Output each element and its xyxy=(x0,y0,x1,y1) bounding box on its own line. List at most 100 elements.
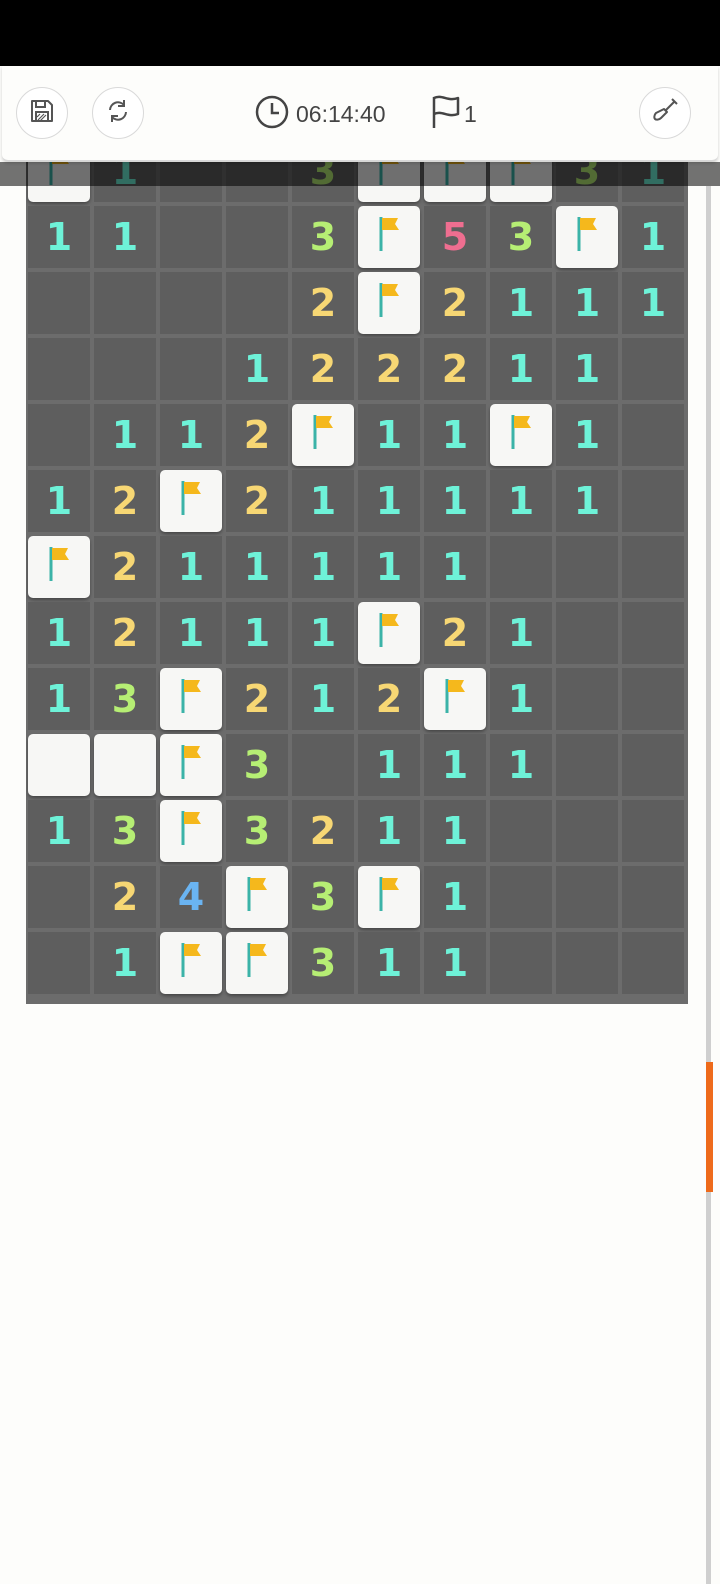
number-cell[interactable]: 1 xyxy=(226,338,288,400)
number-cell[interactable]: 1 xyxy=(94,932,156,994)
number-cell[interactable]: 1 xyxy=(292,470,354,532)
number-cell[interactable]: 2 xyxy=(94,470,156,532)
empty-cell[interactable] xyxy=(622,536,684,598)
number-cell[interactable]: 3 xyxy=(490,206,552,268)
empty-cell[interactable] xyxy=(556,536,618,598)
flagged-cell[interactable] xyxy=(292,404,354,466)
number-cell[interactable]: 1 xyxy=(556,272,618,334)
number-cell[interactable]: 1 xyxy=(424,470,486,532)
number-cell[interactable]: 3 xyxy=(292,866,354,928)
scrollbar-thumb[interactable] xyxy=(706,1062,713,1192)
flagged-cell[interactable] xyxy=(160,668,222,730)
empty-cell[interactable] xyxy=(292,734,354,796)
scrollbar-track[interactable] xyxy=(706,186,711,1584)
number-cell[interactable]: 2 xyxy=(358,668,420,730)
dig-mode-button[interactable] xyxy=(639,87,691,139)
number-cell[interactable]: 1 xyxy=(490,668,552,730)
flagged-cell[interactable] xyxy=(160,470,222,532)
number-cell[interactable]: 1 xyxy=(490,602,552,664)
number-cell[interactable]: 3 xyxy=(94,800,156,862)
number-cell[interactable]: 1 xyxy=(28,668,90,730)
number-cell[interactable]: 1 xyxy=(490,470,552,532)
flagged-cell[interactable] xyxy=(226,932,288,994)
number-cell[interactable]: 1 xyxy=(556,404,618,466)
number-cell[interactable]: 2 xyxy=(226,668,288,730)
number-cell[interactable]: 1 xyxy=(292,602,354,664)
empty-cell[interactable] xyxy=(622,734,684,796)
number-cell[interactable]: 1 xyxy=(160,602,222,664)
empty-cell[interactable] xyxy=(490,536,552,598)
empty-cell[interactable] xyxy=(28,932,90,994)
flagged-cell[interactable] xyxy=(358,602,420,664)
number-cell[interactable]: 2 xyxy=(358,338,420,400)
empty-cell[interactable] xyxy=(160,272,222,334)
flagged-cell[interactable] xyxy=(358,866,420,928)
number-cell[interactable]: 4 xyxy=(160,866,222,928)
number-cell[interactable]: 1 xyxy=(358,404,420,466)
number-cell[interactable]: 1 xyxy=(358,800,420,862)
number-cell[interactable]: 1 xyxy=(490,338,552,400)
flagged-cell[interactable] xyxy=(556,206,618,268)
number-cell[interactable]: 1 xyxy=(358,536,420,598)
empty-cell[interactable] xyxy=(622,602,684,664)
hidden-cell[interactable] xyxy=(94,734,156,796)
number-cell[interactable]: 2 xyxy=(424,338,486,400)
number-cell[interactable]: 2 xyxy=(424,602,486,664)
number-cell[interactable]: 2 xyxy=(94,866,156,928)
number-cell[interactable]: 3 xyxy=(94,668,156,730)
empty-cell[interactable] xyxy=(556,800,618,862)
number-cell[interactable]: 2 xyxy=(424,272,486,334)
number-cell[interactable]: 2 xyxy=(292,272,354,334)
number-cell[interactable]: 2 xyxy=(226,470,288,532)
number-cell[interactable]: 1 xyxy=(490,734,552,796)
empty-cell[interactable] xyxy=(622,470,684,532)
empty-cell[interactable] xyxy=(622,668,684,730)
empty-cell[interactable] xyxy=(556,602,618,664)
empty-cell[interactable] xyxy=(556,866,618,928)
number-cell[interactable]: 2 xyxy=(292,338,354,400)
number-cell[interactable]: 2 xyxy=(292,800,354,862)
number-cell[interactable]: 1 xyxy=(556,338,618,400)
number-cell[interactable]: 2 xyxy=(226,404,288,466)
number-cell[interactable]: 1 xyxy=(226,602,288,664)
empty-cell[interactable] xyxy=(160,206,222,268)
number-cell[interactable]: 2 xyxy=(94,602,156,664)
flagged-cell[interactable] xyxy=(358,272,420,334)
empty-cell[interactable] xyxy=(28,404,90,466)
empty-cell[interactable] xyxy=(226,272,288,334)
number-cell[interactable]: 1 xyxy=(622,206,684,268)
number-cell[interactable]: 1 xyxy=(160,536,222,598)
number-cell[interactable]: 1 xyxy=(28,470,90,532)
empty-cell[interactable] xyxy=(28,272,90,334)
number-cell[interactable]: 1 xyxy=(226,536,288,598)
save-button[interactable] xyxy=(16,87,68,139)
number-cell[interactable]: 3 xyxy=(292,206,354,268)
number-cell[interactable]: 1 xyxy=(490,272,552,334)
empty-cell[interactable] xyxy=(622,866,684,928)
number-cell[interactable]: 1 xyxy=(292,668,354,730)
flagged-cell[interactable] xyxy=(424,668,486,730)
hidden-cell[interactable] xyxy=(28,734,90,796)
number-cell[interactable]: 1 xyxy=(424,866,486,928)
empty-cell[interactable] xyxy=(490,932,552,994)
empty-cell[interactable] xyxy=(556,734,618,796)
restart-button[interactable] xyxy=(92,87,144,139)
number-cell[interactable]: 5 xyxy=(424,206,486,268)
number-cell[interactable]: 1 xyxy=(94,404,156,466)
number-cell[interactable]: 1 xyxy=(28,206,90,268)
number-cell[interactable]: 1 xyxy=(424,932,486,994)
empty-cell[interactable] xyxy=(490,866,552,928)
empty-cell[interactable] xyxy=(28,338,90,400)
number-cell[interactable]: 3 xyxy=(292,932,354,994)
empty-cell[interactable] xyxy=(160,338,222,400)
number-cell[interactable]: 1 xyxy=(556,470,618,532)
empty-cell[interactable] xyxy=(622,404,684,466)
number-cell[interactable]: 1 xyxy=(160,404,222,466)
flagged-cell[interactable] xyxy=(160,800,222,862)
number-cell[interactable]: 1 xyxy=(358,734,420,796)
number-cell[interactable]: 1 xyxy=(424,734,486,796)
number-cell[interactable]: 3 xyxy=(226,800,288,862)
empty-cell[interactable] xyxy=(226,206,288,268)
flagged-cell[interactable] xyxy=(160,734,222,796)
empty-cell[interactable] xyxy=(94,272,156,334)
